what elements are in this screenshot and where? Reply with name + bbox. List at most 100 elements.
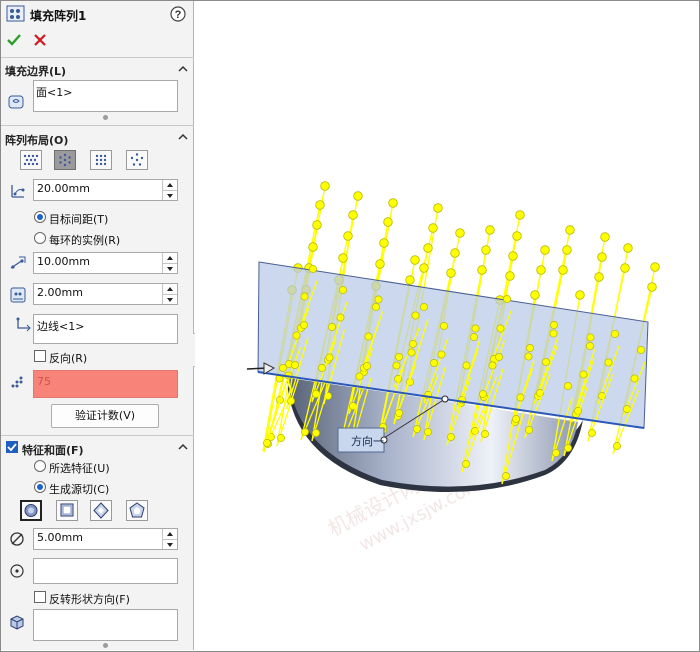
- stepper-down-button[interactable]: [163, 294, 177, 304]
- pattern-instance-head: [477, 265, 487, 275]
- svg-text:?: ?: [175, 9, 182, 21]
- stepper-up-button[interactable]: [163, 284, 177, 294]
- direction-icon: [16, 317, 31, 332]
- check-icon[interactable]: [7, 33, 21, 47]
- fill-boundary-list[interactable]: 面<1>: [33, 80, 178, 112]
- chevron-up-icon[interactable]: [177, 131, 189, 143]
- square-shape-icon: [60, 503, 74, 517]
- pattern-instance-head: [594, 272, 604, 282]
- pattern-instance-foot: [301, 428, 309, 436]
- pattern-instance-mid: [440, 322, 448, 330]
- pattern-instance-head: [505, 271, 515, 281]
- pattern-instance-mid: [325, 353, 334, 362]
- square-shape-button[interactable]: [56, 500, 78, 521]
- pattern-instance-foot: [447, 433, 455, 441]
- selected-features-radio[interactable]: [34, 460, 46, 472]
- instance-spacing-stepper[interactable]: 10.00mm: [33, 252, 178, 274]
- model-scene[interactable]: 机械设计网 www.jxsjw.com 方向一: [195, 1, 699, 650]
- pattern-instance-mid: [550, 321, 558, 329]
- pattern-instance-head: [455, 228, 465, 238]
- diamond-shape-button[interactable]: [90, 500, 112, 521]
- pattern-instance-head: [308, 242, 318, 252]
- pattern-instance-mid: [637, 346, 645, 354]
- direction-list[interactable]: 边线<1>: [33, 314, 178, 344]
- vertex-center-icon: [10, 564, 24, 578]
- chevron-up-icon[interactable]: [177, 63, 189, 75]
- pattern-instance-head: [388, 198, 398, 208]
- face-body-icon: [10, 615, 24, 630]
- target-spacing-radio[interactable]: [34, 211, 46, 223]
- instance-spacing-value: 10.00mm: [37, 255, 90, 268]
- reverse-checkbox[interactable]: [34, 350, 46, 362]
- verify-count-button[interactable]: 验证计数(V): [51, 404, 159, 428]
- square-layout-button[interactable]: [90, 150, 112, 170]
- stepper-down-button[interactable]: [163, 539, 177, 549]
- circle-shape-icon: [24, 504, 38, 517]
- pattern-instance-mid: [411, 311, 420, 320]
- polygon-layout-icon: [130, 153, 144, 166]
- vertex-selection-field[interactable]: [33, 558, 178, 584]
- circular-layout-icon: [59, 153, 71, 167]
- pattern-instance-head: [597, 252, 607, 262]
- circular-layout-button[interactable]: [54, 150, 76, 170]
- diameter-stepper[interactable]: 5.00mm: [33, 528, 178, 550]
- reverse-label: 反向(R): [49, 352, 88, 365]
- divider: [1, 435, 194, 436]
- perforation-layout-button[interactable]: [20, 150, 42, 170]
- polygon-layout-button[interactable]: [126, 150, 148, 170]
- list-resize-grip[interactable]: [103, 643, 108, 648]
- pattern-instance-foot: [277, 434, 285, 442]
- pattern-instance-mid: [430, 359, 438, 367]
- stepper-down-button[interactable]: [163, 190, 177, 200]
- selected-features-label: 所选特征(U): [49, 462, 110, 475]
- pattern-instance-head: [312, 220, 322, 230]
- stepper-up-button[interactable]: [163, 253, 177, 263]
- pattern-instance-mid: [392, 361, 401, 370]
- pattern-instance-mid: [542, 358, 550, 366]
- features-faces-title: 特征和面(F): [22, 444, 84, 457]
- pattern-instance-head: [343, 231, 353, 241]
- pattern-instance-foot: [564, 444, 572, 452]
- instances-per-loop-radio[interactable]: [34, 232, 46, 244]
- pattern-instance-mid: [488, 361, 497, 370]
- stepper-up-button[interactable]: [163, 529, 177, 539]
- create-seed-cut-radio[interactable]: [34, 481, 46, 493]
- instance-spacing-icon: [10, 256, 26, 269]
- graphics-viewport[interactable]: 机械设计网 www.jxsjw.com 方向一: [195, 1, 699, 650]
- list-resize-grip[interactable]: [103, 115, 108, 120]
- fill-boundary-value: 面<1>: [36, 86, 73, 99]
- features-faces-checkbox[interactable]: [6, 441, 18, 453]
- pattern-instance-head: [419, 263, 429, 273]
- instance-count-value: 75: [37, 375, 51, 388]
- target-spacing-label: 目标间距(T): [49, 213, 109, 226]
- pattern-instance-mid: [395, 353, 403, 361]
- pattern-instance-foot: [552, 449, 560, 457]
- pattern-instance-mid: [549, 329, 558, 338]
- pattern-instance-foot: [613, 442, 621, 450]
- pattern-instance-foot: [525, 426, 533, 434]
- stepper-down-button[interactable]: [163, 263, 177, 273]
- faces-selection-list[interactable]: [33, 609, 178, 641]
- pattern-instance-mid: [279, 364, 287, 372]
- pattern-instance-mid: [328, 323, 336, 331]
- pattern-instance-head: [315, 200, 325, 210]
- diameter-icon: [10, 532, 24, 546]
- polygon-shape-button[interactable]: [126, 500, 148, 521]
- chevron-up-icon[interactable]: [177, 441, 189, 453]
- pattern-instance-head: [423, 243, 433, 253]
- question-circle-icon[interactable]: ?: [170, 6, 186, 22]
- loop-spacing-stepper[interactable]: 20.00mm: [33, 179, 178, 201]
- pattern-instance-head: [536, 265, 546, 275]
- direction-callout-label: 方向一: [351, 434, 384, 448]
- stepper-up-button[interactable]: [163, 180, 177, 190]
- instance-count-field[interactable]: 75: [33, 370, 178, 398]
- face-select-icon: [8, 95, 24, 109]
- pattern-instance-foot: [263, 439, 271, 447]
- loop-spacing-value: 20.00mm: [37, 182, 90, 195]
- x-icon[interactable]: [34, 34, 46, 46]
- panel-title: 填充阵列1: [30, 9, 87, 23]
- flip-shape-checkbox[interactable]: [34, 591, 46, 603]
- circle-shape-button[interactable]: [20, 500, 42, 521]
- pattern-instance-head: [348, 210, 358, 220]
- margin-stepper[interactable]: 2.00mm: [33, 283, 178, 305]
